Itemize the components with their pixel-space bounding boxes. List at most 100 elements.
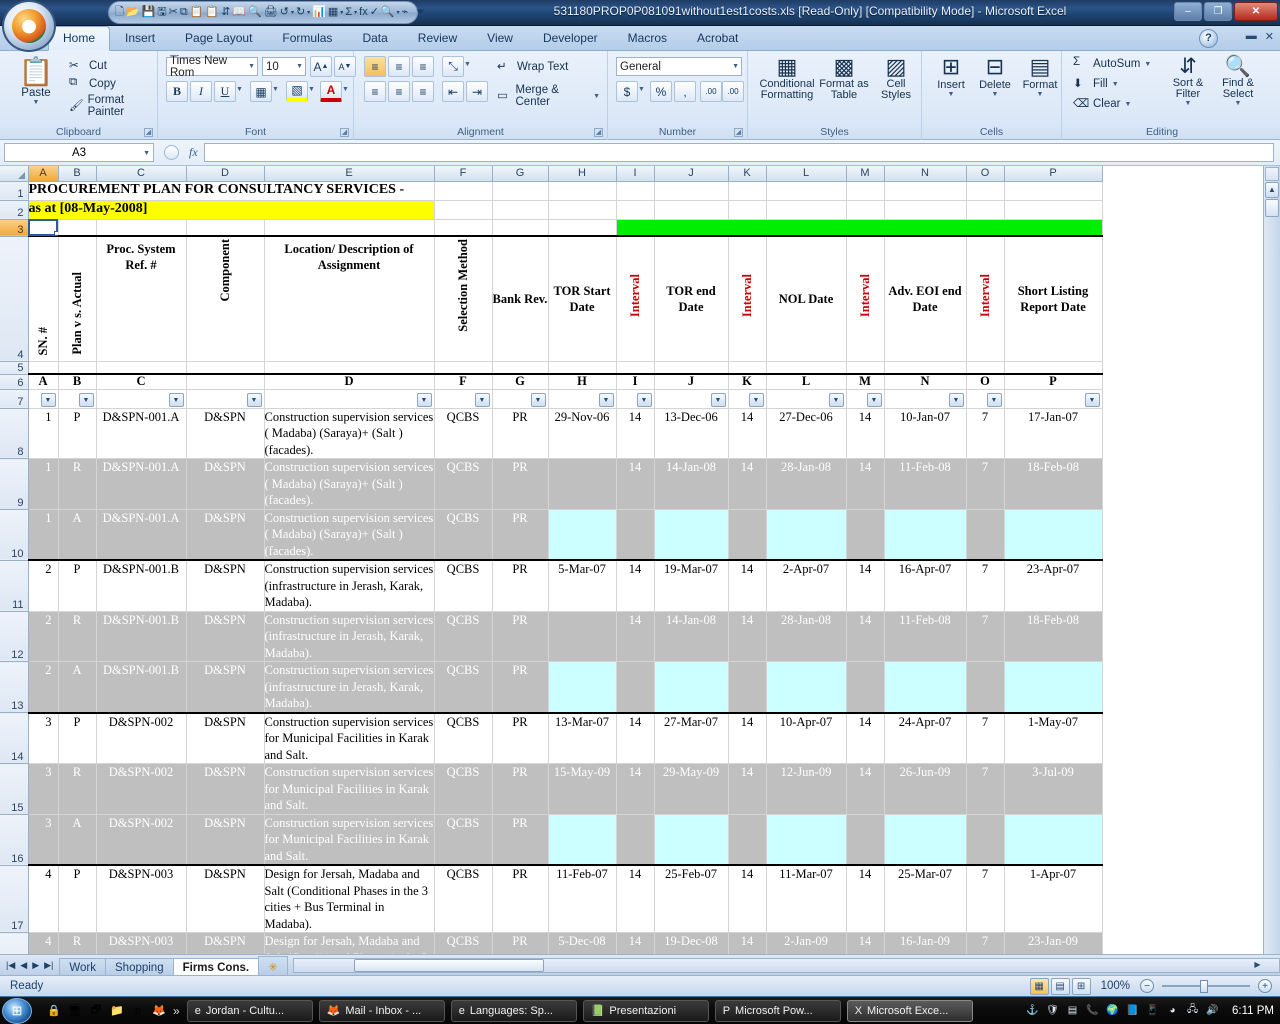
book-icon[interactable]: 📖 bbox=[232, 4, 246, 21]
prev-sheet-icon[interactable]: ◀ bbox=[20, 960, 27, 971]
column-header-L[interactable]: L bbox=[766, 166, 847, 182]
letter-cell-D[interactable]: D bbox=[264, 373, 435, 390]
cell-interval-4[interactable]: 7 bbox=[966, 559, 1005, 612]
font-size-dropdown-icon[interactable]: ▼ bbox=[296, 63, 303, 70]
cell-bank-rev[interactable]: PR bbox=[492, 864, 549, 934]
cell-component[interactable]: D&SPN bbox=[186, 408, 265, 460]
cell-component[interactable]: D&SPN bbox=[186, 458, 265, 510]
header-cell-plan-actual[interactable]: Plan v s. Actual bbox=[58, 235, 97, 362]
cell-selection-method[interactable]: QCBS bbox=[434, 814, 493, 866]
cell-interval-3[interactable]: 14 bbox=[846, 611, 885, 663]
cell-tor-end[interactable]: 29-May-09 bbox=[654, 763, 729, 815]
header-cell-adv-eoi[interactable]: Adv. EOI end Date bbox=[884, 235, 967, 362]
letter-cell-O[interactable]: O bbox=[966, 373, 1005, 390]
clear-button[interactable]: ⌫ Clear ▼ bbox=[1070, 95, 1134, 113]
grid-cell-empty[interactable] bbox=[884, 200, 967, 220]
cell-interval-4[interactable]: 7 bbox=[966, 408, 1005, 460]
cell-selection-method[interactable]: QCBS bbox=[434, 711, 493, 765]
letter-cell-C[interactable]: C bbox=[96, 373, 187, 390]
align-right-button[interactable]: ≡ bbox=[412, 81, 434, 102]
table-row[interactable]: 8 1 P D&SPN-001.A D&SPN Construction supervis… bbox=[0, 408, 1103, 460]
grid-cell-empty[interactable] bbox=[616, 361, 655, 375]
letter-cell-I[interactable]: I bbox=[616, 373, 655, 390]
underline-dropdown-icon[interactable]: ▼ bbox=[236, 86, 243, 93]
cell-tor-start[interactable] bbox=[548, 611, 617, 663]
cell-tor-start[interactable] bbox=[548, 814, 617, 866]
cell-description[interactable]: Construction supervision services for Mu… bbox=[264, 763, 435, 815]
cell-interval-2[interactable] bbox=[728, 814, 767, 866]
cell-proc-ref[interactable]: D&SPN-001.A bbox=[96, 458, 187, 510]
sheet-tab-work[interactable]: Work bbox=[59, 957, 106, 976]
filter-button-M[interactable]: ▼ bbox=[866, 392, 882, 407]
conditional-formatting-button[interactable]: ▦ Conditional Formatting bbox=[758, 55, 816, 101]
header-cell-proc-ref[interactable]: Proc. System Ref. # bbox=[96, 235, 187, 362]
function-icon[interactable]: fx bbox=[359, 4, 368, 21]
redo-icon[interactable]: ↻ bbox=[296, 4, 305, 21]
cell-interval-2[interactable]: 14 bbox=[728, 559, 767, 612]
table-row[interactable]: 9 1 R D&SPN-001.A D&SPN Construction supervis… bbox=[0, 458, 1103, 510]
cell-interval-2[interactable]: 14 bbox=[728, 458, 767, 510]
start-button[interactable]: ⊞ bbox=[2, 997, 32, 1024]
cell-short-listing[interactable]: 3-Jul-09 bbox=[1004, 763, 1103, 815]
cell-interval-3[interactable]: 14 bbox=[846, 458, 885, 510]
filter-button-E[interactable]: ▼ bbox=[416, 392, 432, 407]
ribbon-tab-page-layout[interactable]: Page Layout bbox=[170, 26, 267, 51]
grid-cell-empty[interactable] bbox=[492, 361, 549, 375]
cell-plan-actual[interactable]: A bbox=[58, 661, 97, 714]
cell-bank-rev[interactable]: PR bbox=[492, 711, 549, 765]
delete-cells-button[interactable]: ⊟ Delete ▼ bbox=[974, 55, 1016, 99]
taskbar-button[interactable]: e Languages: Sp... bbox=[450, 999, 577, 1022]
hscroll-right-arrow[interactable]: ▶ bbox=[1250, 959, 1265, 972]
borders-button[interactable]: ▦ bbox=[250, 81, 272, 102]
last-sheet-icon[interactable]: ▶| bbox=[44, 960, 53, 971]
paste-special-icon[interactable]: 📋 bbox=[205, 4, 219, 21]
delete-dropdown-icon[interactable]: ▼ bbox=[992, 91, 999, 98]
cell-short-listing[interactable] bbox=[1004, 814, 1103, 866]
cell-interval-2[interactable]: 14 bbox=[728, 408, 767, 460]
subtitle-cell-row2[interactable]: as at [08-May-2008] bbox=[28, 200, 435, 220]
sheet-tab-shopping[interactable]: Shopping bbox=[105, 957, 174, 976]
row-header-7[interactable]: 7 bbox=[0, 389, 29, 409]
cell-tor-start[interactable] bbox=[548, 661, 617, 714]
print-preview-icon[interactable]: 🔍 bbox=[248, 4, 262, 21]
cell-proc-ref[interactable]: D&SPN-001.B bbox=[96, 611, 187, 663]
cell-plan-actual[interactable]: P bbox=[58, 864, 97, 934]
zoom-slider-knob[interactable] bbox=[1200, 979, 1208, 993]
row-header-15[interactable]: 15 bbox=[0, 763, 29, 815]
cell-short-listing[interactable] bbox=[1004, 661, 1103, 714]
cell-interval-2[interactable]: 14 bbox=[728, 763, 767, 815]
autosum-dropdown-icon[interactable]: ▾ bbox=[354, 9, 357, 16]
paste-dropdown-icon[interactable]: ▼ bbox=[10, 99, 62, 106]
filter-cell-J[interactable]: ▼ bbox=[654, 389, 729, 409]
quick-launch[interactable]: 🔒 🖥 🗗 📁 e 🦊 bbox=[40, 1003, 173, 1019]
cell-bank-rev[interactable]: PR bbox=[492, 814, 549, 866]
cell-description[interactable]: Construction supervision services ( Mada… bbox=[264, 509, 435, 561]
cell-interval-1[interactable]: 14 bbox=[616, 763, 655, 815]
cell-proc-ref[interactable]: D&SPN-002 bbox=[96, 763, 187, 815]
shrink-font-button[interactable]: A ▼ bbox=[334, 56, 356, 77]
filter-button-K[interactable]: ▼ bbox=[748, 392, 764, 407]
fill-button[interactable]: ⬇ Fill ▼ bbox=[1070, 75, 1122, 93]
grid-cell-empty[interactable] bbox=[1004, 361, 1103, 375]
grid-cell-empty[interactable] bbox=[1004, 200, 1103, 220]
header-cell-interval-3[interactable]: Interval bbox=[846, 235, 885, 362]
filter-cell-A[interactable]: ▼ bbox=[28, 389, 59, 409]
sort-icon[interactable]: ⇵ bbox=[221, 4, 230, 21]
cell-short-listing[interactable]: 17-Jan-07 bbox=[1004, 408, 1103, 460]
number-format-select[interactable]: General ▼ bbox=[616, 57, 742, 76]
grid-cell-empty[interactable] bbox=[28, 361, 59, 375]
horizontal-scrollbar[interactable]: ◀ ▶ bbox=[292, 957, 1280, 973]
table-row[interactable]: 13 2 A D&SPN-001.B D&SPN Construction supervi… bbox=[0, 661, 1103, 714]
horizontal-scroll-thumb[interactable] bbox=[353, 958, 544, 972]
cell-tor-end[interactable]: 14-Jan-08 bbox=[654, 458, 729, 510]
number-dialog-launcher[interactable]: ◢ bbox=[734, 128, 743, 137]
cell-plan-actual[interactable]: R bbox=[58, 611, 97, 663]
cell-adv-eoi[interactable]: 25-Mar-07 bbox=[884, 864, 967, 934]
cut-icon[interactable]: ✂ bbox=[169, 4, 178, 21]
cell-sn[interactable]: 1 bbox=[28, 408, 59, 460]
cell-adv-eoi[interactable] bbox=[884, 814, 967, 866]
cell-interval-1[interactable]: 14 bbox=[616, 458, 655, 510]
cell-adv-eoi[interactable]: 16-Apr-07 bbox=[884, 559, 967, 612]
increase-indent-button[interactable]: ⇥ bbox=[466, 81, 488, 102]
cell-component[interactable]: D&SPN bbox=[186, 661, 265, 714]
